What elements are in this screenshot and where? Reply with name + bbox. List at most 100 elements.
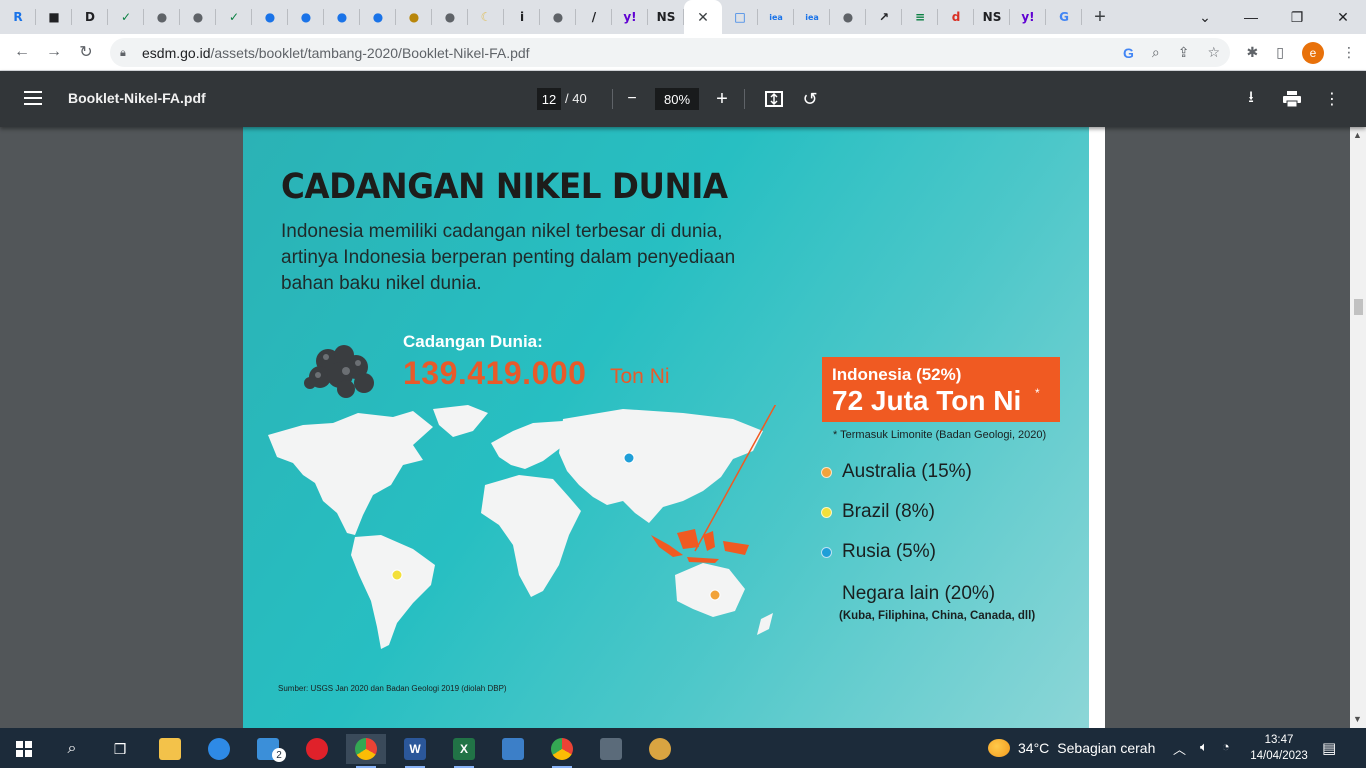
wifi-icon[interactable]: ◔ [1222,739,1230,758]
browser-tab[interactable]: ● [324,0,360,34]
browser-tab[interactable]: i [504,0,540,34]
download-icon[interactable]: ⭳ [1239,87,1263,111]
browser-tab[interactable]: NS [648,0,684,34]
task-view-icon[interactable]: ❒ [100,734,140,764]
excel-icon[interactable]: X [444,734,484,768]
calculator-icon[interactable] [591,734,631,764]
clock[interactable]: 13:47 14/04/2023 [1249,732,1309,764]
browser-tab[interactable]: y! [612,0,648,34]
browser-tab[interactable]: ● [144,0,180,34]
browser-tab[interactable]: NS [974,0,1010,34]
browser-tab[interactable]: y! [1010,0,1046,34]
page-number-input[interactable]: 12 [537,88,561,110]
browser-tab[interactable]: ● [288,0,324,34]
file-explorer-icon[interactable] [150,734,190,764]
info-icon: i [519,10,525,24]
ns-icon: NS [982,10,1002,24]
legend-russia: Rusia (5%) [821,541,936,563]
paint-icon[interactable] [640,734,680,764]
browser-tab[interactable]: ↗ [866,0,902,34]
bookmark-star-icon[interactable]: ☆ [1207,44,1220,61]
scroll-thumb[interactable] [1354,299,1363,315]
browser-tab[interactable]: ● [830,0,866,34]
start-button[interactable] [4,734,44,764]
browser-tab[interactable]: ☾ [468,0,504,34]
browser-tab[interactable]: ● [396,0,432,34]
indonesia-callout: Indonesia (52%) 72 Juta Ton Ni * [822,357,1060,422]
browser-tab[interactable]: d [938,0,974,34]
pdf-viewer[interactable]: CADANGAN NIKEL DUNIA Indonesia memiliki … [0,127,1350,728]
more-options-icon[interactable]: ⋮ [1320,87,1344,111]
notification-icon[interactable]: ▤ [1322,739,1336,757]
print-icon[interactable] [1280,87,1304,111]
tab-list: R ■ D ✓ ● ● ✓ ● ● ● ● ● ● ☾ i ● / y! NS [0,0,684,34]
edge-icon: ● [264,10,276,24]
browser-tab[interactable]: ● [432,0,468,34]
zoom-out-button[interactable]: − [620,87,644,111]
browser-tab[interactable]: ● [360,0,396,34]
russia-dot [623,452,635,464]
browser-tab[interactable]: ■ [36,0,72,34]
zoom-input[interactable]: 80% [655,88,699,110]
search-icon[interactable]: ⌕ [52,734,92,764]
browser-tab[interactable]: G [1046,0,1082,34]
browser-tab[interactable]: / [576,0,612,34]
browser-tab[interactable]: □ [722,0,758,34]
browser-tab[interactable]: iea [758,0,794,34]
browser-tab[interactable]: R [0,0,36,34]
scroll-down-icon[interactable]: ▼ [1353,714,1362,724]
new-tab-button[interactable]: + [1082,0,1118,34]
volume-icon[interactable]: 🔈︎ [1200,739,1208,758]
chrome-profile-icon[interactable] [542,734,582,768]
fit-page-icon[interactable] [762,87,786,111]
scrollbar[interactable]: ▲ ▼ [1350,127,1366,728]
iea-icon: iea [805,12,819,22]
forward-button[interactable]: → [38,36,70,68]
close-tab-icon[interactable]: ✕ [697,9,709,26]
browser-tab[interactable]: D [72,0,108,34]
active-tab[interactable]: ✕ [684,0,722,34]
browser-tab[interactable]: ✓ [216,0,252,34]
browser-tab[interactable]: ● [180,0,216,34]
photos-icon[interactable] [493,734,533,764]
menu-icon[interactable] [24,91,42,105]
side-panel-icon[interactable]: ▯ [1276,44,1284,61]
profile-avatar[interactable]: e [1302,41,1324,64]
weather-widget[interactable]: 34°C Sebagian cerah [988,739,1155,757]
scroll-up-icon[interactable]: ▲ [1353,130,1362,140]
globe-icon: ● [156,10,168,24]
close-window-button[interactable]: ✕ [1320,0,1366,34]
reload-button[interactable]: ↻ [70,36,102,68]
browser-tab[interactable]: ≡ [902,0,938,34]
browser-tab[interactable]: ● [540,0,576,34]
australia-dot [709,589,721,601]
address-bar[interactable]: 🔒︎ esdm.go.id/assets/booklet/tambang-202… [110,38,1230,67]
zoom-icon[interactable]: ⌕ [1152,44,1160,61]
lock-icon[interactable]: 🔒︎ [120,47,132,59]
url-text[interactable]: esdm.go.id/assets/booklet/tambang-2020/B… [142,45,530,61]
tab-search-chevron-icon[interactable]: ⌄ [1182,0,1228,34]
extensions-icon[interactable]: ✱ [1247,44,1259,61]
legend-other-detail: (Kuba, Filiphina, China, Canada, dll) [839,610,1036,622]
edge-icon[interactable] [199,734,239,764]
browser-tab[interactable]: iea [794,0,830,34]
mail-icon[interactable]: 2 [248,734,288,764]
tray-chevron-icon[interactable]: ︿ [1173,739,1186,758]
opera-icon[interactable] [297,734,337,764]
yahoo-icon: y! [623,10,637,24]
restore-button[interactable]: ❐ [1274,0,1320,34]
rotate-icon[interactable]: ↺ [798,87,822,111]
weather-sun-icon [988,739,1010,757]
word-icon[interactable]: W [395,734,435,768]
browser-tab[interactable]: ✓ [108,0,144,34]
back-button[interactable]: ← [6,36,38,68]
pdf-page: CADANGAN NIKEL DUNIA Indonesia memiliki … [243,127,1105,728]
minimize-button[interactable]: — [1228,0,1274,34]
google-translate-icon[interactable]: G [1123,45,1134,61]
chrome-menu-icon[interactable]: ⋮ [1342,44,1356,61]
share-icon[interactable]: ⇪ [1178,44,1190,61]
zoom-in-button[interactable]: + [710,87,734,111]
browser-tab[interactable]: ● [252,0,288,34]
yahoo-icon: y! [1021,10,1035,24]
chrome-icon[interactable] [346,734,386,768]
